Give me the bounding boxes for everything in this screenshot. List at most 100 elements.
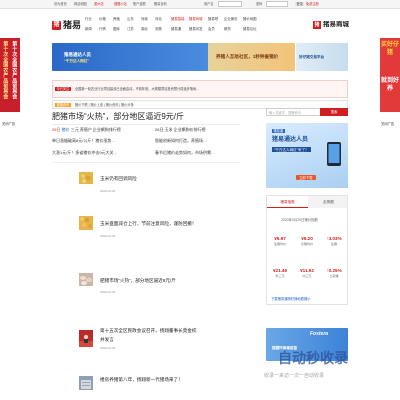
hotlist-row-right[interactable]: 26日 玉米 企业飙狗价排行榜 xyxy=(155,127,206,132)
banner-community[interactable]: 养猪人互助社区，1秒钟查猪价 xyxy=(208,43,295,71)
side-ad-right[interactable]: 买好仔猪 就到好养 xyxy=(380,38,400,112)
nav-item[interactable]: 猪易吧 xyxy=(208,17,218,21)
password-field[interactable] xyxy=(266,1,288,8)
nav-item[interactable]: 行情 xyxy=(99,27,106,31)
news-title[interactable]: 玉米盘面减仓上行，节前注意风险，谨防回撤！ xyxy=(100,221,196,227)
vaccine-brand: Fostera xyxy=(310,331,329,337)
divider xyxy=(52,124,240,125)
nav-item[interactable]: 企业黄页 xyxy=(224,17,238,21)
app-badge: 猪易通 xyxy=(272,129,285,133)
hotlist-row-right[interactable]: 智能创新如何打造，养殖场… xyxy=(155,138,207,143)
sitemap-link[interactable]: 网站地图 xyxy=(74,2,87,6)
nav-item[interactable]: 湖北 xyxy=(141,27,148,31)
price-value: ¥21.49 xyxy=(272,268,288,273)
news-date: 2020-02-26 xyxy=(100,290,116,294)
news-date: 2020-02-26 xyxy=(100,189,116,193)
close-ad-left[interactable]: 关闭广告 xyxy=(2,122,15,126)
nav-item[interactable]: 江苏 xyxy=(127,27,134,31)
tab-index[interactable]: 猪易指数 xyxy=(267,196,308,208)
price-label: 土杂猪 xyxy=(329,274,339,278)
price-label: 生猪均价 xyxy=(273,242,286,246)
search-button[interactable]: 搜索 xyxy=(320,108,348,116)
hotlist-row[interactable]: 大涨1元/斤！多省猪价冲击9元大关… xyxy=(52,150,118,155)
password-label: 密码 xyxy=(256,2,263,7)
side-ad-left-text: 第十次全国农产品贸易会 xyxy=(11,41,18,100)
mall-logo[interactable]: 猪 猪易商城 xyxy=(313,21,349,30)
close-ad-right[interactable]: 关闭广告 xyxy=(381,122,394,126)
download-button[interactable]: 立即下载 xyxy=(296,175,316,181)
watermark-text: 自动秒收录 xyxy=(278,350,348,366)
hotlist-row[interactable]: 单日涨幅破高8元/公斤！猪价涨势… xyxy=(52,138,115,143)
banner-community-title: 养猪人互助社区，1秒钟查猪价 xyxy=(216,54,279,59)
app-promo[interactable]: 猪易通 猪易通达人员 “千万达人网红”来了！ 立即下载 xyxy=(266,123,348,188)
news-title-cont[interactable]: 并发言 xyxy=(100,337,114,343)
logo-text: 猪易 xyxy=(63,20,82,30)
main-nav: 行业 价格 养殖 山东 河南 河北 猪易智能 猪易商城 猪易吧 企业黄页 猪价地… xyxy=(85,15,305,36)
set-homepage-link[interactable]: 设为首页 xyxy=(54,2,67,6)
news-thumb-2[interactable] xyxy=(79,216,93,230)
nav-item[interactable]: 猪价地图 xyxy=(243,17,257,21)
index-footer-link[interactable]: 下载猪易通随时随地看猪价 xyxy=(271,297,311,301)
index-date: 2020年3月26日猪价指数 xyxy=(281,218,318,222)
price-label: 外三元 xyxy=(275,274,285,278)
nav-item[interactable]: 期货 xyxy=(224,27,231,31)
station-link[interactable]: 廣州站 xyxy=(94,2,104,6)
nav-item[interactable]: 河北 xyxy=(155,17,162,21)
hotlist-text: 三元 养殖户 企业飙狗排行榜 xyxy=(70,127,121,132)
tab-trend[interactable]: 走势图 xyxy=(308,196,347,208)
hotlist-row-right[interactable]: 春节后猪价走势如何，市场供需… xyxy=(155,150,215,155)
price-value: ¥5.20 xyxy=(301,236,313,241)
wiki-link[interactable]: 猪易百科 xyxy=(154,2,167,6)
nav-item[interactable]: 新闻 xyxy=(85,27,92,31)
nav-item[interactable]: 猪易论坛 xyxy=(243,27,257,31)
hotlist-date: 26日 xyxy=(52,127,61,132)
watermark: 自动秒收录 收录一来访一次一自动收录 xyxy=(250,340,400,400)
price-value: ¥11.92 xyxy=(300,268,314,273)
price-value: ¥5.97 xyxy=(274,236,286,241)
ticker-tag: 今日关注 xyxy=(55,86,71,91)
news-thumb-4[interactable] xyxy=(79,330,93,347)
price-label: 内三元 xyxy=(302,274,312,278)
login-button[interactable]: 登录 xyxy=(295,2,305,7)
username-field[interactable] xyxy=(218,1,242,8)
news-thumb-5[interactable] xyxy=(79,376,93,390)
site-logo[interactable]: 猪 猪易 xyxy=(52,20,81,31)
news-thumb-1[interactable] xyxy=(79,172,93,184)
side-ad-right-text: 买好仔猪 xyxy=(380,42,399,56)
nav-item[interactable]: 图库 xyxy=(113,27,120,31)
banner-piglet-title: 好仔猪交易平台 xyxy=(299,55,325,59)
ticker-text[interactable]: 全国新一轮农业行业项目建设已全面启动，不到年底，大规模项目投资预计将逐步落地..… xyxy=(75,87,199,91)
side-ad-left-text: 第十次全国农产品贸易会 xyxy=(2,41,9,100)
top-bar: 设为首页 网站地图 廣州站 搜猪小站 账户金额 猪易百科 用户名 密码 登录 免… xyxy=(0,0,400,9)
nav-item[interactable]: 山东 xyxy=(127,17,134,21)
price-value: ↑0.25% xyxy=(326,268,342,273)
page-title[interactable]: 肥猪市场“火热”，部分地区逼近9元/斤 xyxy=(52,112,184,122)
mall-mark: 猪 xyxy=(313,21,321,30)
account-link[interactable]: 账户金额 xyxy=(133,2,146,6)
username-label: 用户名 xyxy=(204,2,214,7)
hotlist-row[interactable]: 26日 猪价 三元 养殖户 企业飙狗排行榜 xyxy=(52,127,121,132)
nav-item[interactable]: 河南 xyxy=(141,17,148,21)
news-title[interactable]: 楼房养猪第八年，扬翔新一代猪场来了！ xyxy=(100,377,183,383)
nav-item[interactable]: 会员 xyxy=(208,27,215,31)
watermark-sub: 收录一来访一次一自动收录 xyxy=(264,373,325,379)
nav-item[interactable]: 养殖 xyxy=(113,17,120,21)
banner-piglet[interactable]: 好仔猪交易平台 xyxy=(296,43,348,71)
nav-item[interactable]: 猪易问答 xyxy=(189,27,203,31)
banner-app[interactable]: 猪易通达人员 “千万达人网红” xyxy=(52,43,215,71)
news-title[interactable]: 肥猪市场“火热”，部分地区逼近9元/斤 xyxy=(100,278,176,284)
nav-item[interactable]: 安徽 xyxy=(155,27,162,31)
mini-station-link[interactable]: 搜猪小站 xyxy=(114,2,127,6)
news-title[interactable]: 玉米仍有回调风险 xyxy=(100,176,137,182)
breadcrumb-text[interactable]: 猪价下跌 | 猪价上涨 | 猪价资讯 | 猪价头条 xyxy=(75,103,134,107)
banner-app-title: 猪易通达人员 xyxy=(64,52,91,57)
news-title[interactable]: 第十五次全区民政会议召开，扬翔董事长莫金校 xyxy=(100,328,196,334)
nav-item[interactable]: 猪易智能 xyxy=(171,17,185,21)
news-thumb-3[interactable] xyxy=(79,273,93,286)
side-ad-left[interactable]: 第十次全国农产品贸易会 第十次全国农产品贸易会 xyxy=(0,38,20,112)
nav-item[interactable]: 行业 xyxy=(85,17,92,21)
nav-item[interactable]: 猪易商城 xyxy=(189,17,203,21)
nav-item[interactable]: 价格 xyxy=(99,17,106,21)
register-link[interactable]: 免费注册 xyxy=(306,2,319,6)
nav-item[interactable]: 猪易通 xyxy=(171,27,181,31)
